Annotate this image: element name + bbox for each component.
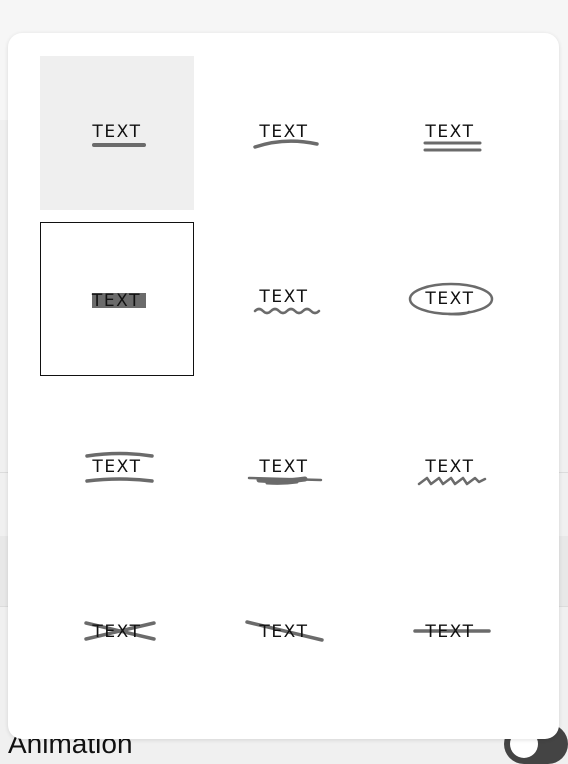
underline-icon [92,143,146,147]
marker-underline-icon [247,476,323,485]
effect-option-circle[interactable]: TEXT [373,222,527,376]
effect-option-underline[interactable]: TEXT [40,56,194,210]
effect-option-zigzag-underline[interactable]: TEXT [373,389,527,543]
effect-option-highlight[interactable]: TEXT [40,222,194,376]
effect-option-marker-underline[interactable]: TEXT [207,389,361,543]
effect-option-cross-out[interactable]: TEXT [40,555,194,709]
effect-option-label: TEXT [259,622,309,642]
effect-option-strike-through[interactable]: TEXT [373,555,527,709]
double-underline-icon [423,141,482,152]
effect-option-label: TEXT [425,622,475,642]
bracket-icon [85,451,154,483]
effect-option-double-underline[interactable]: TEXT [373,56,527,210]
zigzag-underline-icon [417,476,487,486]
effect-option-curved-underline[interactable]: TEXT [207,56,361,210]
effect-option-label: TEXT [91,291,142,311]
effect-option-bracket[interactable]: TEXT [40,389,194,543]
effect-option-label: TEXT [92,622,142,642]
effect-option-slash[interactable]: TEXT [207,555,361,709]
text-effect-picker: TEXT TEXT TEXT TEXT TEXT TEXT TEXT TEXT … [8,33,559,739]
circle-icon [408,282,494,316]
curved-underline-icon [253,139,319,149]
effect-option-wavy-underline[interactable]: TEXT [207,222,361,376]
wavy-underline-icon [253,307,321,315]
